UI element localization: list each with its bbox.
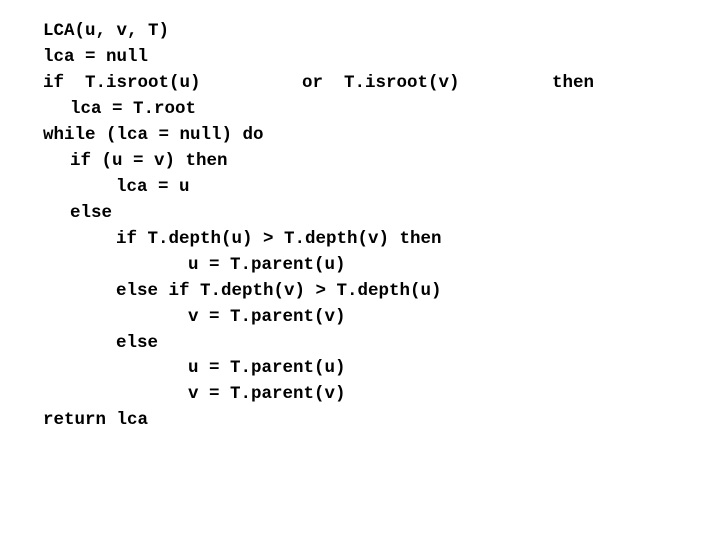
code-line-move-both-u: u = T.parent(u)	[188, 358, 346, 378]
code-line-assign-u: lca = u	[116, 177, 190, 197]
code-line-function-signature: LCA(u, v, T)	[43, 21, 170, 41]
code-line-while-loop: while (lca = null) do	[43, 125, 264, 145]
root-check-then: then	[552, 73, 595, 93]
code-line-else-outer: else	[70, 203, 113, 223]
code-line-move-u-up: u = T.parent(u)	[188, 255, 346, 275]
code-line-assign-root: lca = T.root	[70, 99, 197, 119]
code-line-move-both-v: v = T.parent(v)	[188, 384, 346, 404]
code-line-else-inner: else	[116, 333, 159, 353]
code-line-return: return lca	[43, 410, 149, 430]
pseudocode-page: LCA(u, v, T) lca = null if T.isroot(u) o…	[0, 0, 720, 540]
root-check-condition-u: if T.isroot(u)	[43, 73, 201, 93]
root-check-condition-v: or T.isroot(v)	[302, 73, 460, 93]
code-line-init-lca: lca = null	[43, 47, 149, 67]
code-line-else-if-depth-v: else if T.depth(v) > T.depth(u)	[116, 281, 442, 301]
code-line-if-equal: if (u = v) then	[70, 151, 228, 171]
code-line-root-check: if T.isroot(u) or T.isroot(v) then	[0, 72, 720, 94]
code-line-move-v-up: v = T.parent(v)	[188, 307, 346, 327]
code-line-if-depth-u: if T.depth(u) > T.depth(v) then	[116, 229, 442, 249]
